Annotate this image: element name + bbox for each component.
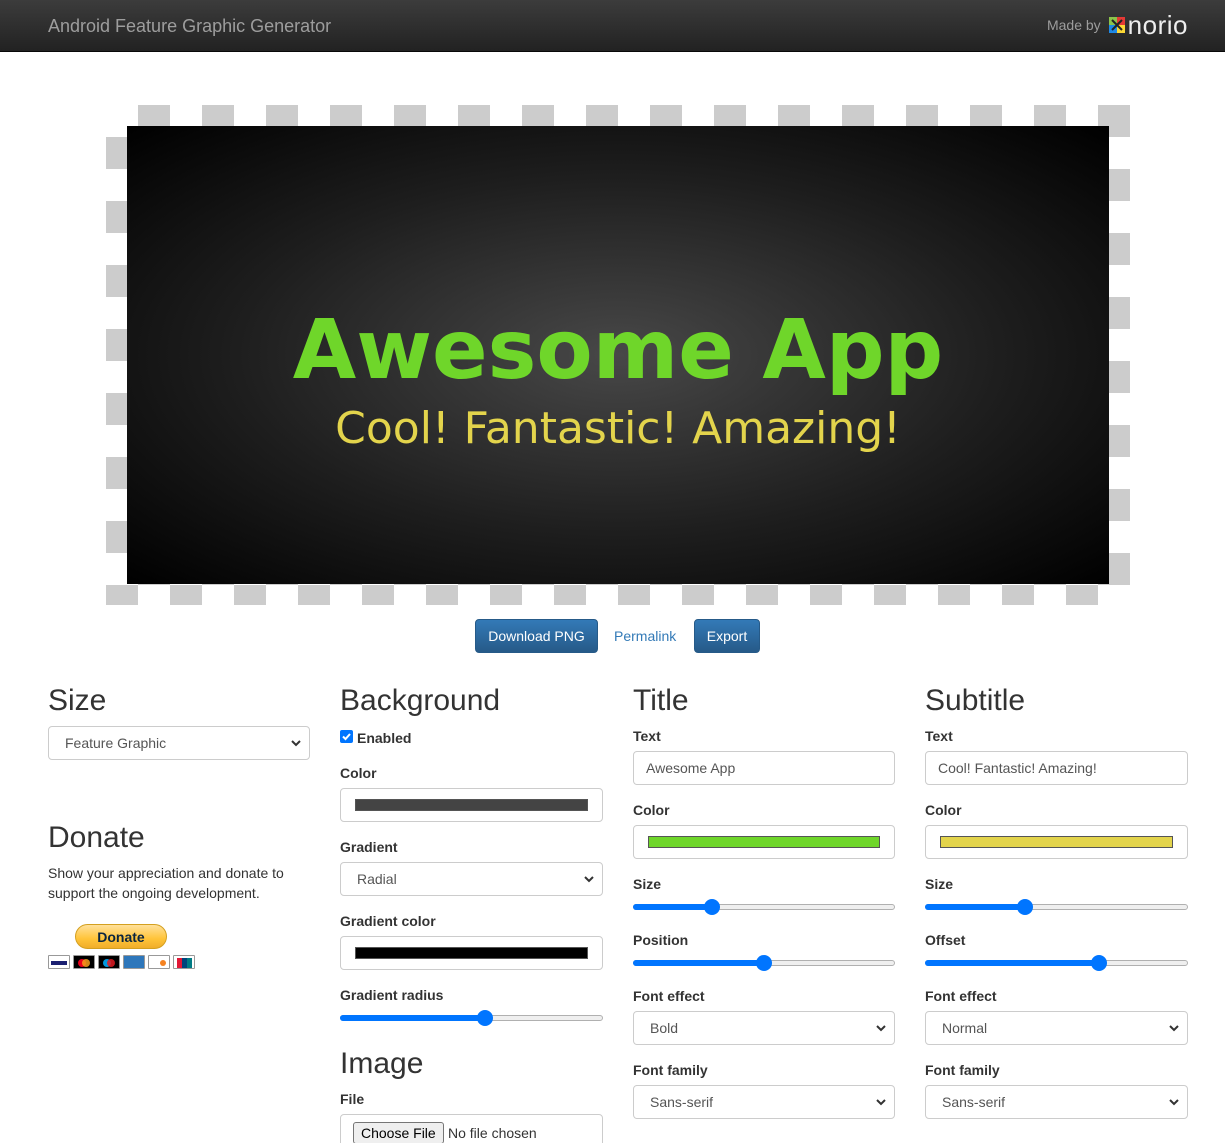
title-size-slider[interactable] [633, 899, 895, 915]
slider-fill [925, 904, 1025, 910]
size-heading: Size [48, 684, 107, 717]
subtitle-font-effect-label: Font effect [925, 988, 997, 1004]
chevron-down-icon [1169, 1025, 1179, 1032]
visa-icon [48, 955, 70, 969]
title-text-input[interactable]: Awesome App [633, 751, 895, 785]
subtitle-font-family-label: Font family [925, 1062, 1000, 1078]
title-size-label: Size [633, 876, 662, 892]
chevron-down-icon [876, 1099, 886, 1106]
chevron-down-icon [876, 1025, 886, 1032]
gradient-select[interactable]: Radial [340, 862, 603, 896]
gradient-color-label: Gradient color [340, 913, 436, 929]
title-heading: Title [633, 684, 689, 717]
donate-text: Show your appreciation and donate to sup… [48, 865, 284, 901]
preview-subtitle: Cool! Fantastic! Amazing! [335, 403, 901, 454]
slider-fill [633, 904, 712, 910]
file-status: No file chosen [448, 1125, 537, 1141]
preview-title: Awesome App [292, 303, 944, 398]
background-color-input[interactable] [340, 788, 603, 822]
made-by[interactable]: Made by norio [1047, 12, 1188, 38]
checkmark-icon [342, 733, 351, 741]
subtitle-font-effect-value: Normal [942, 1020, 988, 1036]
slider-fill [340, 1015, 485, 1021]
image-file-label: File [340, 1091, 365, 1107]
export-button[interactable]: Export [694, 619, 760, 653]
image-heading: Image [340, 1047, 424, 1080]
subtitle-color-input[interactable] [925, 825, 1188, 859]
subtitle-offset-label: Offset [925, 932, 966, 948]
navbar: Android Feature Graphic Generator Made b… [0, 0, 1225, 52]
subtitle-color-label: Color [925, 802, 962, 818]
app-title[interactable]: Android Feature Graphic Generator [48, 16, 331, 37]
amex-icon [123, 955, 145, 969]
title-font-effect-value: Bold [650, 1020, 679, 1036]
chevron-down-icon [291, 740, 301, 747]
title-font-family-select[interactable]: Sans-serif [633, 1085, 895, 1119]
subtitle-color-swatch [940, 836, 1173, 848]
title-color-label: Color [633, 802, 670, 818]
slider-thumb[interactable] [756, 955, 772, 971]
image-file-input[interactable]: Choose File No file chosen [340, 1114, 603, 1143]
subtitle-text-value: Cool! Fantastic! Amazing! [938, 760, 1097, 776]
title-position-slider[interactable] [633, 955, 895, 971]
title-text-value: Awesome App [646, 760, 736, 776]
norio-logo[interactable]: norio [1108, 10, 1188, 40]
subtitle-size-label: Size [925, 876, 954, 892]
gradient-radius-label: Gradient radius [340, 987, 444, 1003]
slider-fill [925, 960, 1099, 966]
subtitle-font-effect-select[interactable]: Normal [925, 1011, 1188, 1045]
mastercard-icon [73, 955, 95, 969]
title-position-label: Position [633, 932, 689, 948]
background-color-label: Color [340, 765, 377, 781]
background-enabled-label[interactable]: Enabled [357, 730, 411, 746]
gradient-select-value: Radial [357, 871, 397, 887]
gradient-color-swatch [355, 947, 588, 959]
choose-file-button[interactable]: Choose File [353, 1122, 444, 1143]
size-select-value: Feature Graphic [65, 735, 167, 751]
background-color-swatch [355, 799, 588, 811]
discover-icon [148, 955, 170, 969]
title-font-family-label: Font family [633, 1062, 708, 1078]
title-font-effect-select[interactable]: Bold [633, 1011, 895, 1045]
unionpay-icon [173, 955, 195, 969]
slider-fill [633, 960, 764, 966]
background-enabled-checkbox[interactable] [340, 730, 353, 743]
subtitle-text-input[interactable]: Cool! Fantastic! Amazing! [925, 751, 1188, 785]
payment-cards [48, 955, 195, 969]
subtitle-font-family-select[interactable]: Sans-serif [925, 1085, 1188, 1119]
gradient-label: Gradient [340, 839, 398, 855]
donate-heading: Donate [48, 821, 145, 854]
subtitle-text-label: Text [925, 728, 953, 744]
norio-mark-icon [1108, 17, 1125, 33]
download-png-button[interactable]: Download PNG [475, 619, 598, 653]
norio-wordmark: norio [1127, 10, 1188, 40]
subtitle-offset-slider[interactable] [925, 955, 1188, 971]
maestro-icon [98, 955, 120, 969]
subtitle-size-slider[interactable] [925, 899, 1188, 915]
title-color-swatch [648, 836, 880, 848]
gradient-color-input[interactable] [340, 936, 603, 970]
subtitle-font-family-value: Sans-serif [942, 1094, 1006, 1110]
title-font-effect-label: Font effect [633, 988, 705, 1004]
slider-thumb[interactable] [703, 899, 720, 915]
title-text-label: Text [633, 728, 661, 744]
chevron-down-icon [1169, 1099, 1179, 1106]
chevron-down-icon [584, 876, 594, 883]
slider-thumb[interactable] [1016, 899, 1033, 915]
made-by-label: Made by [1046, 17, 1101, 33]
subtitle-heading: Subtitle [925, 684, 1026, 717]
background-heading: Background [340, 684, 501, 717]
gradient-radius-slider[interactable] [340, 1010, 603, 1026]
title-color-input[interactable] [633, 825, 895, 859]
slider-thumb[interactable] [1090, 955, 1107, 971]
paypal-donate-button[interactable]: Donate [75, 924, 167, 949]
permalink-link[interactable]: Permalink [614, 628, 676, 644]
slider-thumb[interactable] [476, 1010, 493, 1026]
size-select[interactable]: Feature Graphic [48, 726, 310, 760]
title-font-family-value: Sans-serif [650, 1094, 714, 1110]
